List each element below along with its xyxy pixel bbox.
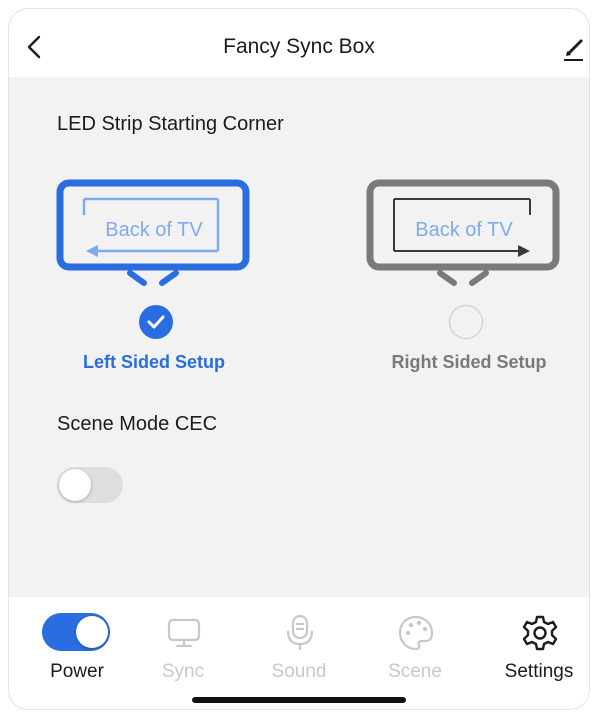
left-sided-setup-option[interactable]: Back of TV Left Sided Setup bbox=[49, 179, 269, 379]
tab-power[interactable]: Power bbox=[27, 611, 127, 682]
tab-sound-label: Sound bbox=[271, 661, 327, 682]
tab-settings-label: Settings bbox=[504, 661, 574, 682]
led-section-heading: LED Strip Starting Corner bbox=[57, 113, 284, 135]
tab-scene[interactable]: Scene bbox=[365, 611, 465, 682]
tv-label-left: Back of TV bbox=[105, 219, 203, 241]
tab-bar: Power Sync Sound Scene Settings bbox=[9, 597, 589, 709]
power-toggle-icon[interactable] bbox=[42, 613, 110, 651]
checkmark-icon bbox=[147, 315, 165, 329]
microphone-icon bbox=[286, 614, 314, 650]
tab-scene-label: Scene bbox=[388, 661, 442, 682]
right-setup-radio-unchecked[interactable] bbox=[449, 305, 483, 339]
right-setup-label: Right Sided Setup bbox=[391, 352, 547, 372]
scene-mode-cec-toggle[interactable] bbox=[57, 467, 123, 503]
app-screen: Fancy Sync Box LED Strip Starting Corner… bbox=[8, 8, 590, 710]
home-indicator bbox=[192, 697, 406, 703]
tab-sync-label: Sync bbox=[161, 661, 205, 682]
left-setup-radio-checked[interactable] bbox=[139, 305, 173, 339]
edit-button[interactable] bbox=[561, 36, 587, 62]
tab-sync[interactable]: Sync bbox=[133, 611, 233, 682]
tv-label-right: Back of TV bbox=[415, 219, 513, 241]
page-title: Fancy Sync Box bbox=[223, 35, 375, 58]
monitor-icon bbox=[167, 618, 201, 648]
toggle-knob bbox=[59, 469, 91, 501]
right-sided-setup-option[interactable]: Back of TV Right Sided Setup bbox=[359, 179, 579, 379]
tab-sound[interactable]: Sound bbox=[249, 611, 349, 682]
cec-section-heading: Scene Mode CEC bbox=[57, 413, 218, 435]
power-toggle-knob bbox=[76, 616, 108, 648]
tab-power-label: Power bbox=[50, 661, 104, 682]
tab-settings[interactable]: Settings bbox=[489, 611, 589, 682]
palette-icon bbox=[398, 615, 434, 651]
left-setup-label: Left Sided Setup bbox=[82, 352, 225, 372]
header-bar: Fancy Sync Box bbox=[9, 9, 589, 77]
gear-icon bbox=[522, 615, 558, 651]
pencil-icon bbox=[564, 39, 583, 61]
